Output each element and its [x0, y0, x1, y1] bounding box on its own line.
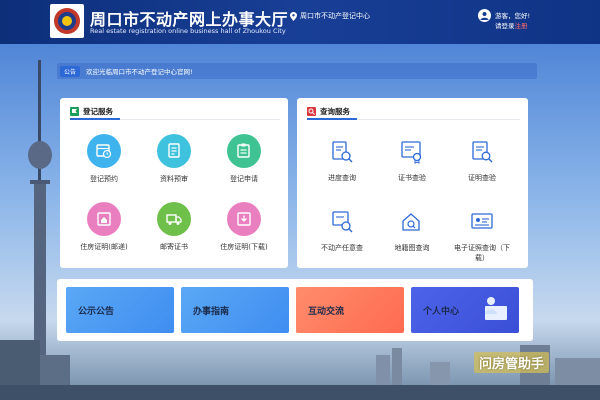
service-application[interactable]: 登记申请 — [212, 134, 276, 184]
query-services-title: 查询服务 — [320, 107, 350, 116]
certificate-verify-icon — [397, 138, 427, 166]
e-license-icon — [467, 208, 497, 236]
interaction-button[interactable]: 互动交流 — [296, 287, 404, 333]
personal-center-button[interactable]: 个人中心 — [411, 287, 519, 333]
query-label: 证书查验 — [398, 174, 426, 182]
location-pin-icon — [290, 11, 297, 21]
progress-search-icon — [327, 138, 357, 166]
site-logo[interactable] — [50, 4, 84, 38]
query-cadastral-map[interactable]: 地籍图查询 — [380, 208, 444, 253]
interaction-label: 互动交流 — [308, 306, 345, 317]
user-avatar[interactable] — [478, 9, 491, 22]
cadastral-map-icon — [397, 208, 427, 236]
greeting-text: 游客，您好! — [495, 12, 531, 20]
service-mail-certificate[interactable]: 邮寄证书 — [142, 202, 206, 252]
divider-accent — [307, 118, 357, 120]
registration-services-header: 登记服务 — [70, 106, 113, 117]
divider-accent — [70, 118, 120, 120]
flag-icon — [70, 107, 79, 116]
proof-verify-icon — [467, 138, 497, 166]
query-label: 不动产任意查 — [321, 244, 363, 252]
calendar-clock-icon — [87, 134, 121, 168]
login-link[interactable]: 请登录 — [495, 22, 515, 30]
public-notice-button[interactable]: 公示公告 — [66, 287, 174, 333]
service-label: 资料预审 — [160, 175, 188, 183]
query-label: 进度查询 — [328, 174, 356, 182]
service-guide-label: 办事指南 — [193, 306, 230, 317]
query-label: 地籍图查询 — [394, 244, 430, 252]
query-proof-verify[interactable]: 证明查验 — [450, 138, 514, 183]
site-subtitle: Real estate registration online business… — [90, 27, 286, 35]
query-label: 电子证照查询（下载） — [454, 244, 510, 262]
watermark-text: 问房管助手 — [474, 352, 550, 373]
search-box-icon — [307, 107, 316, 116]
emblem-icon — [54, 8, 80, 34]
service-label: 住房证明(邮递) — [80, 243, 128, 251]
personal-center-label: 个人中心 — [423, 306, 460, 317]
query-progress[interactable]: 进度查询 — [310, 138, 374, 183]
notice-tag: 公告 — [60, 65, 81, 77]
user-greeting: 游客，您好! 请登录注册 — [495, 11, 530, 31]
public-notice-label: 公示公告 — [78, 306, 115, 317]
service-housing-proof-mail[interactable]: 住房证明(邮递) — [72, 202, 136, 252]
location-selector[interactable]: 周口市不动产登记中心 — [290, 11, 370, 21]
query-label: 证明查验 — [468, 174, 496, 182]
document-review-icon — [157, 134, 191, 168]
notice-text[interactable]: 欢迎光临周口市不动产登记中心官网! — [86, 66, 193, 76]
query-property-any[interactable]: 不动产任意查 — [310, 208, 374, 253]
query-e-license[interactable]: 电子证照查询（下载） — [450, 208, 514, 263]
application-form-icon — [227, 134, 261, 168]
notice-bar: 公告 欢迎光临周口市不动产登记中心官网! — [57, 63, 537, 79]
register-link[interactable]: 注册 — [515, 22, 528, 30]
property-search-icon — [327, 208, 357, 236]
service-pre-review[interactable]: 资料预审 — [142, 134, 206, 184]
housing-certificate-icon — [87, 202, 121, 236]
top-header: 周口市不动产网上办事大厅 Real estate registration on… — [0, 0, 600, 44]
person-computer-icon — [485, 297, 507, 320]
service-label: 登记预约 — [90, 175, 118, 183]
user-icon — [480, 12, 489, 20]
service-housing-proof-download[interactable]: 住房证明(下载) — [212, 202, 276, 252]
service-appointment[interactable]: 登记预约 — [72, 134, 136, 184]
registration-services-panel: 登记服务 登记预约 资料预审 登记申请 住房证明(邮递) 邮寄证书 住房证明(下… — [60, 98, 288, 268]
query-certificate-verify[interactable]: 证书查验 — [380, 138, 444, 183]
service-label: 登记申请 — [230, 175, 258, 183]
registration-services-title: 登记服务 — [83, 107, 113, 116]
service-label: 住房证明(下载) — [220, 243, 268, 251]
certificate-download-icon — [227, 202, 261, 236]
location-label: 周口市不动产登记中心 — [300, 12, 370, 20]
mail-truck-icon — [157, 202, 191, 236]
service-label: 邮寄证书 — [160, 243, 188, 251]
service-guide-button[interactable]: 办事指南 — [181, 287, 289, 333]
query-services-panel: 查询服务 进度查询 证书查验 证明查验 不动产任意查 地籍图查询 电子证照查询（… — [297, 98, 528, 268]
query-services-header: 查询服务 — [307, 106, 350, 117]
